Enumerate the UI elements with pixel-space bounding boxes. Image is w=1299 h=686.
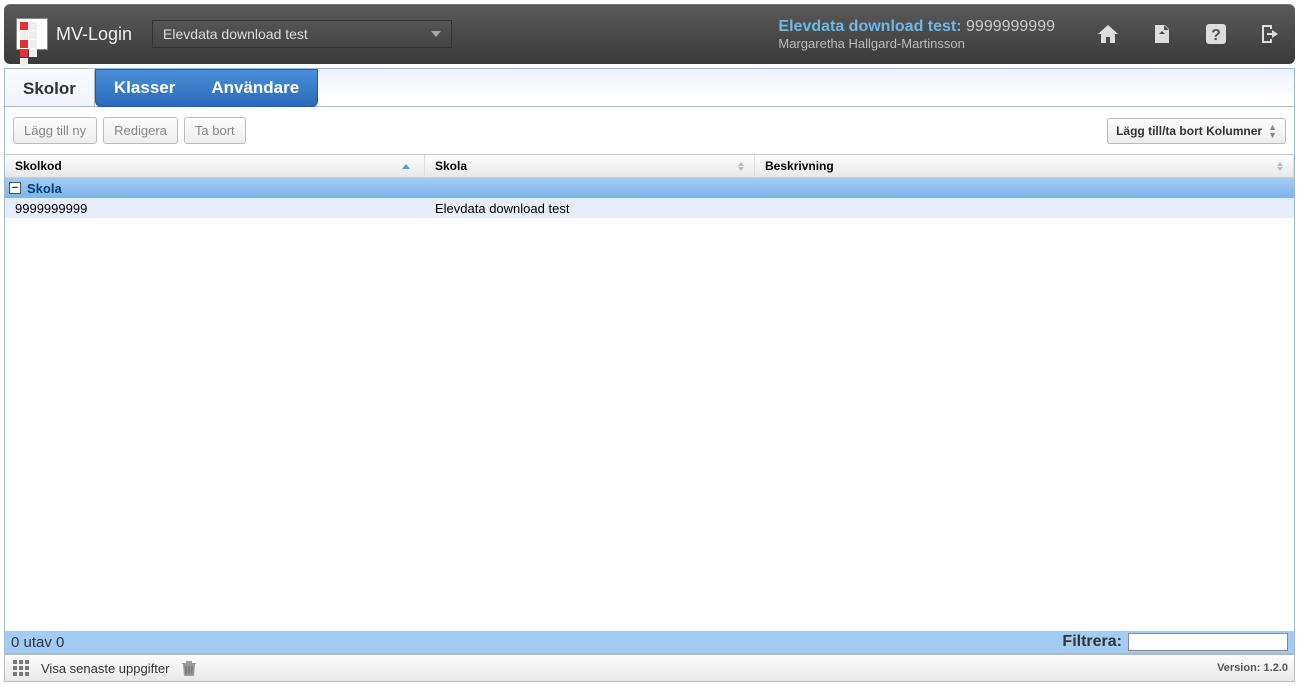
add-button[interactable]: Lägg till ny: [13, 117, 97, 144]
context-title-prefix: Elevdata download test:: [778, 18, 961, 35]
sort-asc-icon: [402, 164, 410, 169]
column-header-beskrivning[interactable]: Beskrivning: [755, 155, 1294, 177]
tab-skolor[interactable]: Skolor: [5, 69, 95, 106]
table-empty-area: [5, 218, 1294, 631]
topbar: MV-Login Elevdata download test Elevdata…: [4, 4, 1295, 64]
sort-icon: ▲▼: [1268, 123, 1277, 139]
cell-skolkod: 9999999999: [5, 201, 425, 216]
context-user: Margaretha Hallgard-Martinsson: [778, 36, 1055, 51]
main-panel: Skolor Klasser Användare Lägg till ny Re…: [4, 68, 1295, 654]
filter-label: Filtrera:: [1062, 633, 1122, 651]
row-count: 0 utav 0: [11, 634, 64, 651]
sort-icon: [738, 162, 744, 171]
collapse-icon[interactable]: −: [9, 182, 21, 194]
toolbar: Lägg till ny Redigera Ta bort Lägg till/…: [5, 107, 1294, 154]
context-title: Elevdata download test: 9999999999: [778, 18, 1055, 36]
column-header-skola-label: Skola: [435, 159, 467, 173]
column-header-beskrivning-label: Beskrivning: [765, 159, 834, 173]
tab-bar: Skolor Klasser Användare: [5, 69, 1294, 107]
footer-bar: Visa senaste uppgifter Version: 1.2.0: [4, 654, 1295, 682]
top-icon-bar: ?: [1095, 21, 1283, 47]
context-info: Elevdata download test: 9999999999 Marga…: [778, 18, 1055, 51]
context-title-number: 9999999999: [966, 18, 1055, 35]
status-bar: 0 utav 0 Filtrera:: [5, 631, 1294, 653]
column-header-skolkod-label: Skolkod: [15, 159, 62, 173]
columns-button[interactable]: Lägg till/ta bort Kolumner ▲▼: [1107, 118, 1286, 144]
group-row-skola[interactable]: − Skola: [5, 178, 1294, 198]
filter-input[interactable]: [1128, 633, 1288, 651]
group-label: Skola: [27, 181, 62, 196]
help-icon[interactable]: ?: [1203, 21, 1229, 47]
tab-klasser[interactable]: Klasser: [96, 70, 193, 106]
columns-button-label: Lägg till/ta bort Kolumner: [1116, 124, 1262, 138]
tab-bar-inactive: Klasser Användare: [95, 69, 318, 107]
school-selector-value: Elevdata download test: [163, 26, 308, 42]
grid-icon[interactable]: [11, 658, 31, 678]
table-header-row: Skolkod Skola Beskrivning: [5, 154, 1294, 178]
cell-skola: Elevdata download test: [425, 201, 755, 216]
chevron-down-icon: [431, 31, 441, 37]
version-label: Version: 1.2.0: [1217, 662, 1288, 674]
column-header-skolkod[interactable]: Skolkod: [5, 155, 425, 177]
trash-icon[interactable]: [179, 658, 199, 678]
delete-button[interactable]: Ta bort: [184, 117, 246, 144]
column-header-skola[interactable]: Skola: [425, 155, 755, 177]
school-selector[interactable]: Elevdata download test: [152, 20, 452, 48]
app-logo-icon: [16, 18, 48, 50]
edit-button[interactable]: Redigera: [103, 117, 178, 144]
recent-link[interactable]: Visa senaste uppgifter: [41, 661, 169, 676]
svg-text:?: ?: [1211, 27, 1221, 44]
table-row[interactable]: 9999999999 Elevdata download test: [5, 198, 1294, 218]
logout-icon[interactable]: [1257, 21, 1283, 47]
sort-icon: [1277, 162, 1283, 171]
app-title: MV-Login: [56, 24, 132, 45]
tab-anvandare[interactable]: Användare: [193, 70, 317, 106]
home-icon[interactable]: [1095, 21, 1121, 47]
export-icon[interactable]: [1149, 21, 1175, 47]
